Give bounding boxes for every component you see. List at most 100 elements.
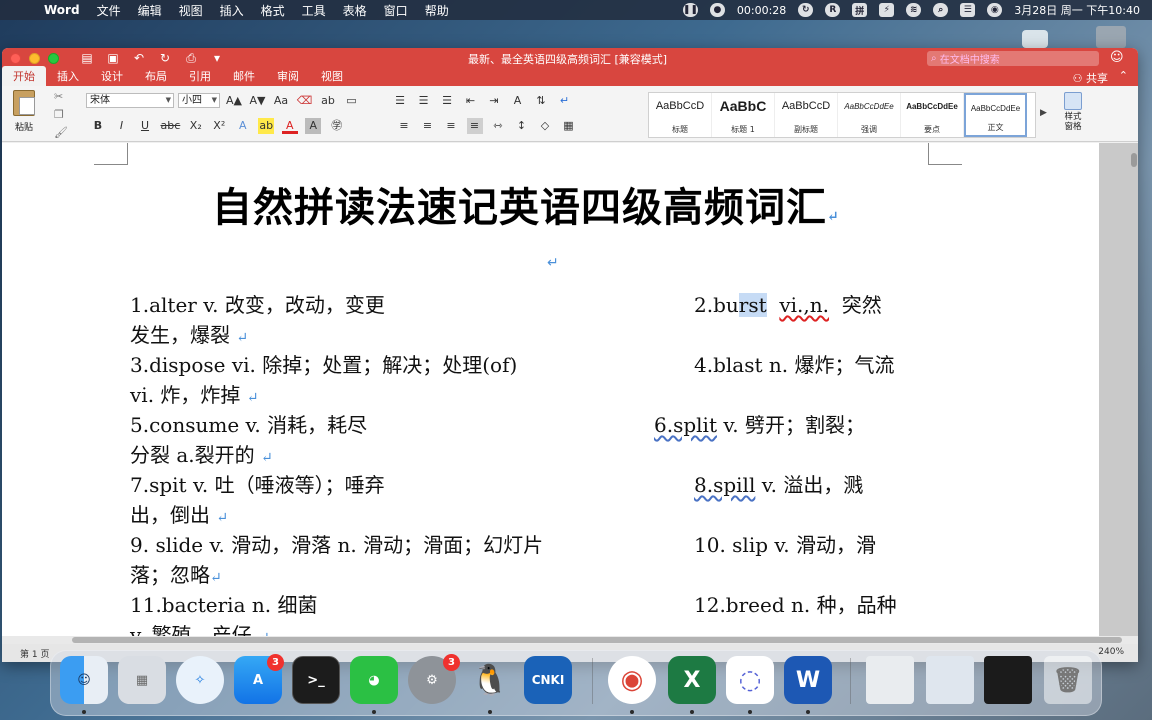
increase-indent-icon[interactable]: ⇥: [486, 93, 502, 109]
tab-insert[interactable]: 插入: [46, 68, 90, 86]
vocab-line[interactable]: vi. 炸，炸掉 ↵: [130, 379, 259, 408]
align-left-icon[interactable]: ≡: [396, 118, 412, 134]
chrome-icon[interactable]: ◉: [608, 656, 656, 704]
customize-toolbar-icon[interactable]: ▾: [209, 51, 225, 66]
highlight-icon[interactable]: ab: [258, 118, 275, 134]
print-icon[interactable]: ⎙: [183, 51, 199, 66]
strikethrough-icon[interactable]: abc: [161, 118, 181, 134]
sidebar-toggle-icon[interactable]: ▤: [79, 51, 95, 66]
bullets-icon[interactable]: ☰: [392, 93, 408, 109]
record-icon[interactable]: ●: [709, 3, 725, 17]
share-button[interactable]: ⚇ 共享: [1073, 70, 1108, 86]
document-heading[interactable]: 自然拼读法速记英语四级高频词汇↵: [212, 175, 840, 233]
battery-icon[interactable]: ⚡: [879, 3, 895, 17]
style-emphasis[interactable]: AaBbCcDdEe 强调: [838, 93, 901, 137]
vertical-scrollbar[interactable]: [1131, 153, 1137, 167]
fullscreen-window-button[interactable]: [48, 52, 59, 64]
feedback-smiley-icon[interactable]: ☺: [1110, 50, 1124, 65]
vocab-line[interactable]: v. 繁殖，产仔 ↵: [130, 619, 270, 636]
menu-window[interactable]: 窗口: [384, 2, 408, 19]
clear-formatting-icon[interactable]: ⌫: [297, 93, 313, 109]
phonetic-guide-icon[interactable]: ab: [320, 93, 336, 109]
tab-view[interactable]: 视图: [310, 68, 354, 86]
distributed-icon[interactable]: ⇿: [490, 118, 506, 134]
document-search-input[interactable]: ⌕ 在文档中搜索: [927, 51, 1099, 66]
underline-icon[interactable]: U: [137, 118, 153, 134]
tab-home[interactable]: 开始: [2, 66, 46, 86]
word-icon[interactable]: W: [784, 656, 832, 704]
vocab-line[interactable]: 10. slip v. 滑动，滑: [694, 529, 876, 558]
document-area[interactable]: 自然拼读法速记英语四级高频词汇↵ ↵ 1.alter v. 改变，改动，变更 2…: [2, 143, 1138, 636]
grow-font-icon[interactable]: A▲: [226, 93, 242, 109]
tab-layout[interactable]: 布局: [134, 68, 178, 86]
menu-edit[interactable]: 编辑: [138, 2, 162, 19]
vocab-line[interactable]: 1.alter v. 改变，改动，变更: [130, 289, 385, 318]
menu-format[interactable]: 格式: [261, 2, 285, 19]
save-icon[interactable]: ▣: [105, 51, 121, 66]
finder-icon[interactable]: ☺: [60, 656, 108, 704]
align-right-icon[interactable]: ≡: [443, 118, 459, 134]
vocab-line[interactable]: 7.spit v. 吐（唾液等）；唾弃: [130, 469, 385, 498]
justify-icon[interactable]: ≡: [466, 118, 483, 134]
style-heading-1[interactable]: AaBbC 标题 1: [712, 93, 775, 137]
align-center-icon[interactable]: ≡: [420, 118, 436, 134]
clock[interactable]: 3月28日 周一 下午10:40: [1014, 2, 1140, 18]
style-subtitle[interactable]: AaBbCcD 副标题: [775, 93, 838, 137]
styles-more-arrow-icon[interactable]: ▶: [1040, 108, 1047, 118]
font-name-select[interactable]: 宋体 ▼: [86, 93, 174, 108]
r-icon[interactable]: R: [825, 3, 841, 17]
style-normal[interactable]: AaBbCcDdEe 正文: [964, 93, 1027, 137]
font-size-select[interactable]: 小四 ▼: [178, 93, 220, 108]
input-method-icon[interactable]: 拼: [852, 3, 868, 17]
document-page[interactable]: 自然拼读法速记英语四级高频词汇↵ ↵ 1.alter v. 改变，改动，变更 2…: [2, 143, 1099, 636]
vocab-line[interactable]: 出，倒出 ↵: [130, 499, 228, 528]
tab-review[interactable]: 审阅: [266, 68, 310, 86]
collapse-ribbon-icon[interactable]: ⌃: [1119, 69, 1128, 82]
vocab-line[interactable]: 9. slide v. 滑动，滑落 n. 滑动；滑面；幻灯片: [130, 529, 543, 558]
vocab-line[interactable]: 分裂 a.裂开的 ↵: [130, 439, 273, 468]
undo-icon[interactable]: ↶: [131, 51, 147, 66]
control-center-icon[interactable]: ☰: [960, 3, 976, 17]
multilevel-list-icon[interactable]: ☰: [439, 93, 455, 109]
asian-layout-icon[interactable]: A: [510, 93, 526, 109]
shrink-font-icon[interactable]: A▼: [250, 93, 266, 109]
superscript-icon[interactable]: X²: [211, 118, 227, 134]
character-shading-icon[interactable]: A: [305, 118, 322, 134]
terminal-icon[interactable]: >_: [292, 656, 340, 704]
styles-pane-button[interactable]: 样式 窗格: [1058, 92, 1088, 132]
minimized-window-thumbnail[interactable]: [866, 656, 914, 704]
minimized-window-thumbnail[interactable]: [926, 656, 974, 704]
vocab-line[interactable]: 6.split v. 劈开；割裂；: [654, 409, 865, 438]
safari-icon[interactable]: ✧: [176, 656, 224, 704]
minimized-window-thumbnail[interactable]: [984, 656, 1032, 704]
vocab-line[interactable]: 3.dispose vi. 除掉；处置；解决；处理(of): [130, 349, 517, 378]
vocab-line[interactable]: 发生，爆裂 ↵: [130, 319, 248, 348]
change-case-icon[interactable]: Aa: [273, 93, 289, 109]
numbering-icon[interactable]: ☰: [416, 93, 432, 109]
character-border-icon[interactable]: ▭: [344, 93, 360, 109]
app-menu[interactable]: Word: [44, 3, 80, 17]
style-strong[interactable]: AaBbCcDdEe 要点: [901, 93, 964, 137]
cut-icon[interactable]: ✂: [54, 88, 68, 106]
desktop-drive-icon[interactable]: [1096, 26, 1126, 48]
cubox-icon[interactable]: ◌: [726, 656, 774, 704]
tab-design[interactable]: 设计: [90, 68, 134, 86]
tab-references[interactable]: 引用: [178, 68, 222, 86]
redo-icon[interactable]: ↻: [157, 51, 173, 66]
menu-insert[interactable]: 插入: [220, 2, 244, 19]
vocab-line[interactable]: 5.consume v. 消耗，耗尽: [130, 409, 367, 438]
vocab-line[interactable]: 2.burst vi.,n. 突然: [694, 289, 882, 318]
decrease-indent-icon[interactable]: ⇤: [463, 93, 479, 109]
line-spacing-icon[interactable]: ↕: [514, 118, 530, 134]
spotlight-icon[interactable]: ⌕: [933, 3, 949, 17]
paste-button[interactable]: 粘贴: [10, 90, 38, 133]
italic-icon[interactable]: I: [114, 118, 130, 134]
launchpad-icon[interactable]: ▦: [118, 656, 166, 704]
bold-icon[interactable]: B: [90, 118, 106, 134]
minimize-window-button[interactable]: [29, 52, 40, 64]
cnki-icon[interactable]: CNKI: [524, 656, 572, 704]
horizontal-scrollbar[interactable]: [72, 637, 1122, 643]
page-indicator[interactable]: 第 1 页: [20, 647, 49, 660]
vocab-line[interactable]: 4.blast n. 爆炸；气流: [694, 349, 894, 378]
vocab-line[interactable]: 11.bacteria n. 细菌: [130, 589, 317, 618]
